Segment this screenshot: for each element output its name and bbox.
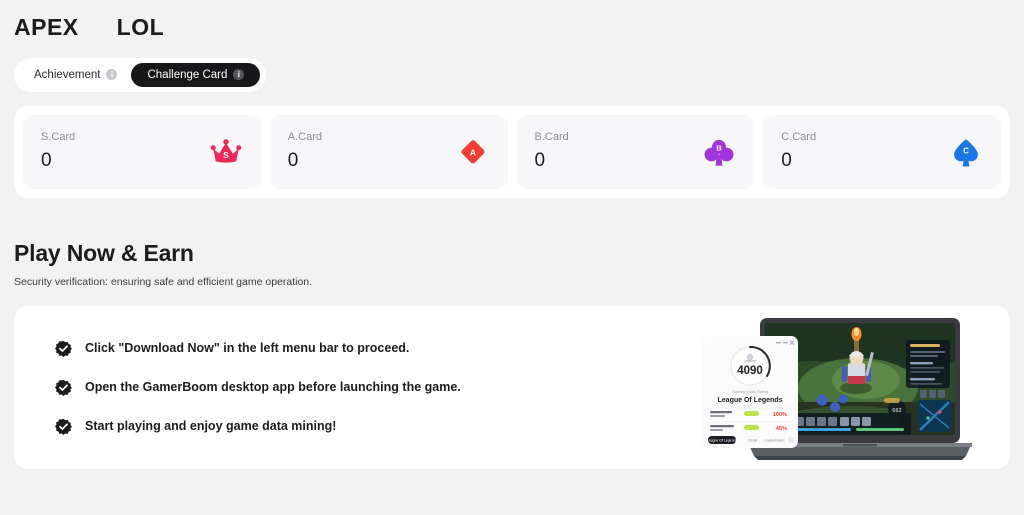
overlay-row-percent: 45%: [776, 426, 787, 432]
list-item: Open the GamerBoom desktop app before la…: [55, 379, 461, 396]
overlay-score-label: Legend: [744, 359, 756, 363]
overlay-footer-chip: League Of Legends: [707, 438, 738, 442]
spade-icon: C: [954, 138, 978, 167]
game-tab-apex[interactable]: APEX: [14, 14, 79, 42]
overlay-score-value: 4090: [737, 365, 763, 377]
laptop-gameplay-illustration: 662 Legend 4090 Gaming public Rating Lea…: [702, 317, 972, 460]
challenge-cards-panel: S.Card 0 S A.Card 0 A B.Card 0 B C.Card …: [14, 105, 1010, 198]
svg-text:B: B: [716, 143, 722, 152]
list-item: Click "Download Now" in the left menu ba…: [55, 340, 461, 357]
segment-challenge-card[interactable]: Challenge Card i: [131, 62, 261, 87]
stat-card-a-content: A.Card 0: [288, 131, 322, 172]
overlay-subtitle: Gaming public Rating: [732, 390, 768, 394]
play-now-section-header: Play Now & Earn Security verification: e…: [14, 240, 1024, 288]
overlay-row-percent: 100%: [773, 412, 787, 418]
stat-card-c-content: C.Card 0: [781, 131, 816, 172]
instruction-steps-list: Click "Download Now" in the left menu ba…: [14, 340, 461, 435]
instructions-card: Click "Download Now" in the left menu ba…: [14, 305, 1010, 469]
svg-text:C: C: [963, 146, 969, 155]
instruction-step-text: Open the GamerBoom desktop app before la…: [85, 380, 461, 395]
verified-check-icon: [55, 418, 72, 435]
overlay-footer-item: Leaderboard: [764, 438, 784, 442]
segment-challenge-card-label: Challenge Card: [147, 68, 228, 81]
stat-card-b-value: 0: [534, 150, 546, 172]
stat-card-a-label: A.Card: [287, 131, 322, 144]
stat-card-c-value: 0: [781, 150, 792, 172]
stat-card-b[interactable]: B.Card 0 B: [516, 114, 755, 189]
view-segmented-control: Achievement i Challenge Card i: [14, 57, 267, 92]
overlay-game-title: League Of Legends: [718, 397, 783, 404]
overlay-footer-item: Detail: [748, 438, 757, 442]
next-section-title-peek: [14, 505, 18, 515]
game-tab-lol[interactable]: LOL: [117, 14, 165, 42]
page-title: Play Now & Earn: [14, 239, 194, 266]
info-icon[interactable]: i: [106, 69, 118, 81]
page-subtitle: Security verification: ensuring safe and…: [14, 275, 313, 288]
info-icon[interactable]: i: [233, 69, 245, 81]
verified-check-icon: [55, 340, 72, 357]
stat-card-c[interactable]: C.Card 0 C: [763, 114, 1001, 189]
list-item: Start playing and enjoy game data mining…: [55, 418, 461, 435]
diamond-icon: A: [460, 139, 485, 164]
stat-card-s[interactable]: S.Card 0 S: [23, 114, 261, 189]
svg-text:S: S: [223, 150, 229, 160]
stat-card-s-label: S.Card: [41, 131, 76, 144]
stat-card-c-label: C.Card: [781, 131, 817, 144]
stat-card-b-content: B.Card 0: [535, 131, 569, 172]
club-icon: B: [704, 139, 734, 166]
stat-card-b-label: B.Card: [534, 131, 569, 144]
verified-check-icon: [55, 379, 72, 396]
page-header: APEX LOL: [0, 0, 1024, 42]
instruction-step-text: Start playing and enjoy game data mining…: [85, 419, 337, 434]
segment-achievement[interactable]: Achievement i: [20, 63, 131, 87]
stat-card-s-content: S.Card 0: [41, 131, 75, 172]
stat-card-s-value: 0: [41, 150, 52, 172]
instruction-step-text: Click "Download Now" in the left menu ba…: [85, 341, 410, 356]
game-hud-value: 662: [892, 408, 901, 414]
stat-card-a-value: 0: [287, 150, 299, 172]
segment-achievement-label: Achievement: [34, 68, 101, 81]
svg-text:A: A: [469, 147, 475, 157]
stat-card-a[interactable]: A.Card 0 A: [269, 114, 508, 189]
crown-icon: S: [210, 138, 242, 163]
